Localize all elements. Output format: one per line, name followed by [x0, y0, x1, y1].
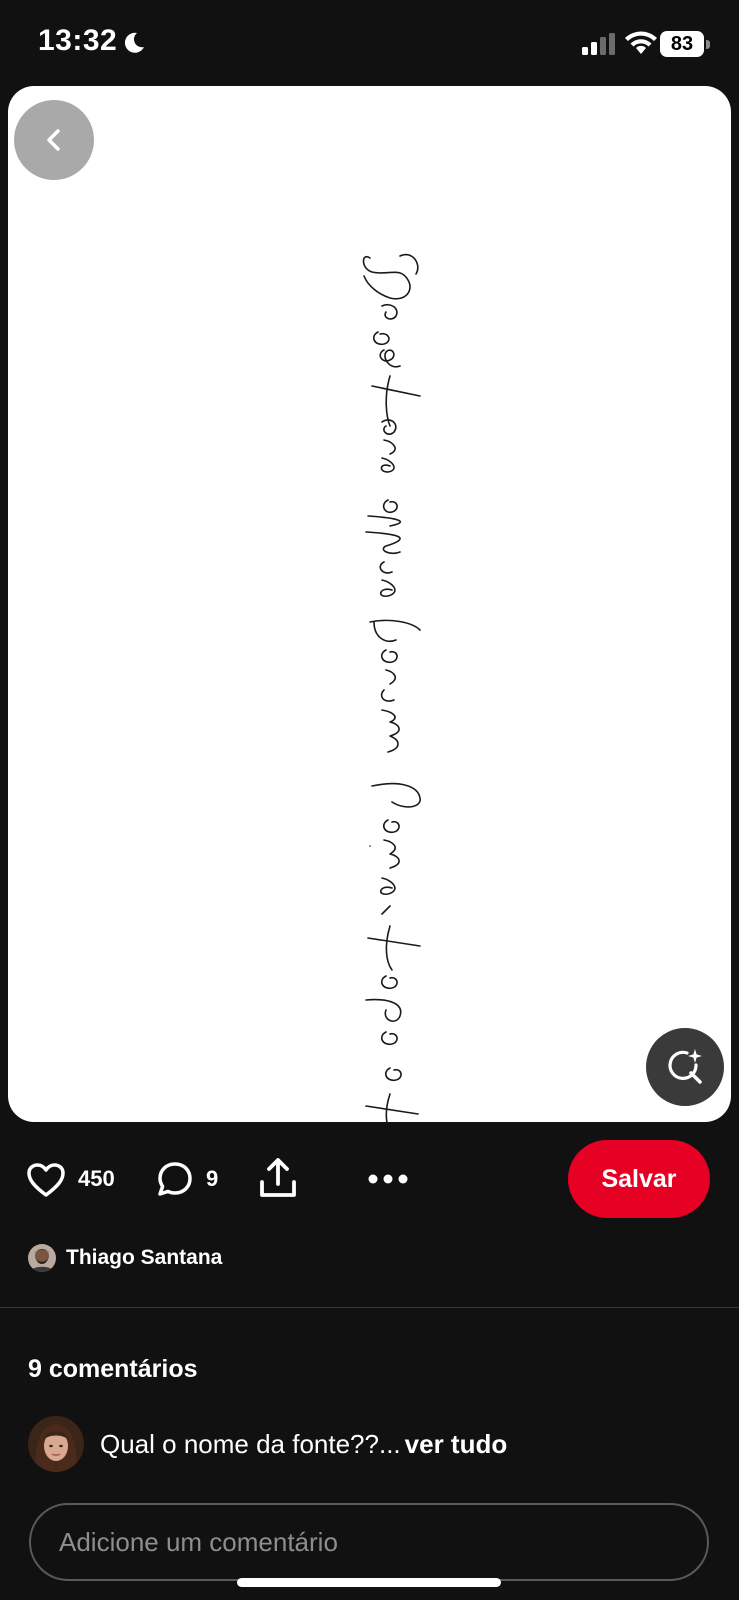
more-icon[interactable]: [368, 1172, 408, 1186]
visual-search-button[interactable]: [646, 1028, 724, 1106]
comment-text: Qual o nome da fonte??...: [100, 1428, 401, 1459]
status-time: 13:32: [38, 24, 118, 57]
signal-icon: [582, 33, 615, 55]
like-count: 450: [78, 1166, 115, 1191]
wifi-icon: [625, 31, 657, 54]
author-name[interactable]: Thiago Santana: [66, 1246, 222, 1270]
divider: [0, 1307, 739, 1308]
battery-cap: [706, 40, 710, 49]
pin-image[interactable]: [8, 86, 731, 1122]
battery-icon: 83: [660, 31, 710, 57]
commenter-avatar-image: [28, 1416, 84, 1472]
see-all-link[interactable]: ver tudo: [405, 1429, 508, 1460]
visual-search-icon: [668, 1049, 702, 1084]
comment-icon[interactable]: [156, 1160, 194, 1198]
status-bar: 13:32 83: [0, 0, 739, 86]
share-icon[interactable]: [258, 1156, 298, 1200]
comment-count: 9: [206, 1166, 219, 1191]
back-icon: [47, 129, 60, 151]
moon-icon: [124, 32, 144, 53]
heart-icon[interactable]: [26, 1162, 66, 1198]
action-bar: 450 9 Salvar: [0, 1138, 739, 1222]
home-indicator[interactable]: [237, 1578, 501, 1587]
author-avatar[interactable]: [28, 1244, 56, 1272]
battery-level: 83: [660, 31, 704, 57]
author-link[interactable]: Thiago Santana: [28, 1243, 222, 1273]
handwritten-script-image: [362, 253, 421, 1122]
comment-item[interactable]: Qual o nome da fonte??... ver tudo: [28, 1416, 507, 1472]
comments-heading: 9 comentários: [28, 1355, 198, 1383]
back-button[interactable]: [14, 100, 94, 180]
save-button[interactable]: Salvar: [568, 1140, 710, 1218]
commenter-avatar[interactable]: [28, 1416, 84, 1472]
comment-input[interactable]: [29, 1503, 709, 1581]
author-avatar-image: [28, 1244, 56, 1272]
